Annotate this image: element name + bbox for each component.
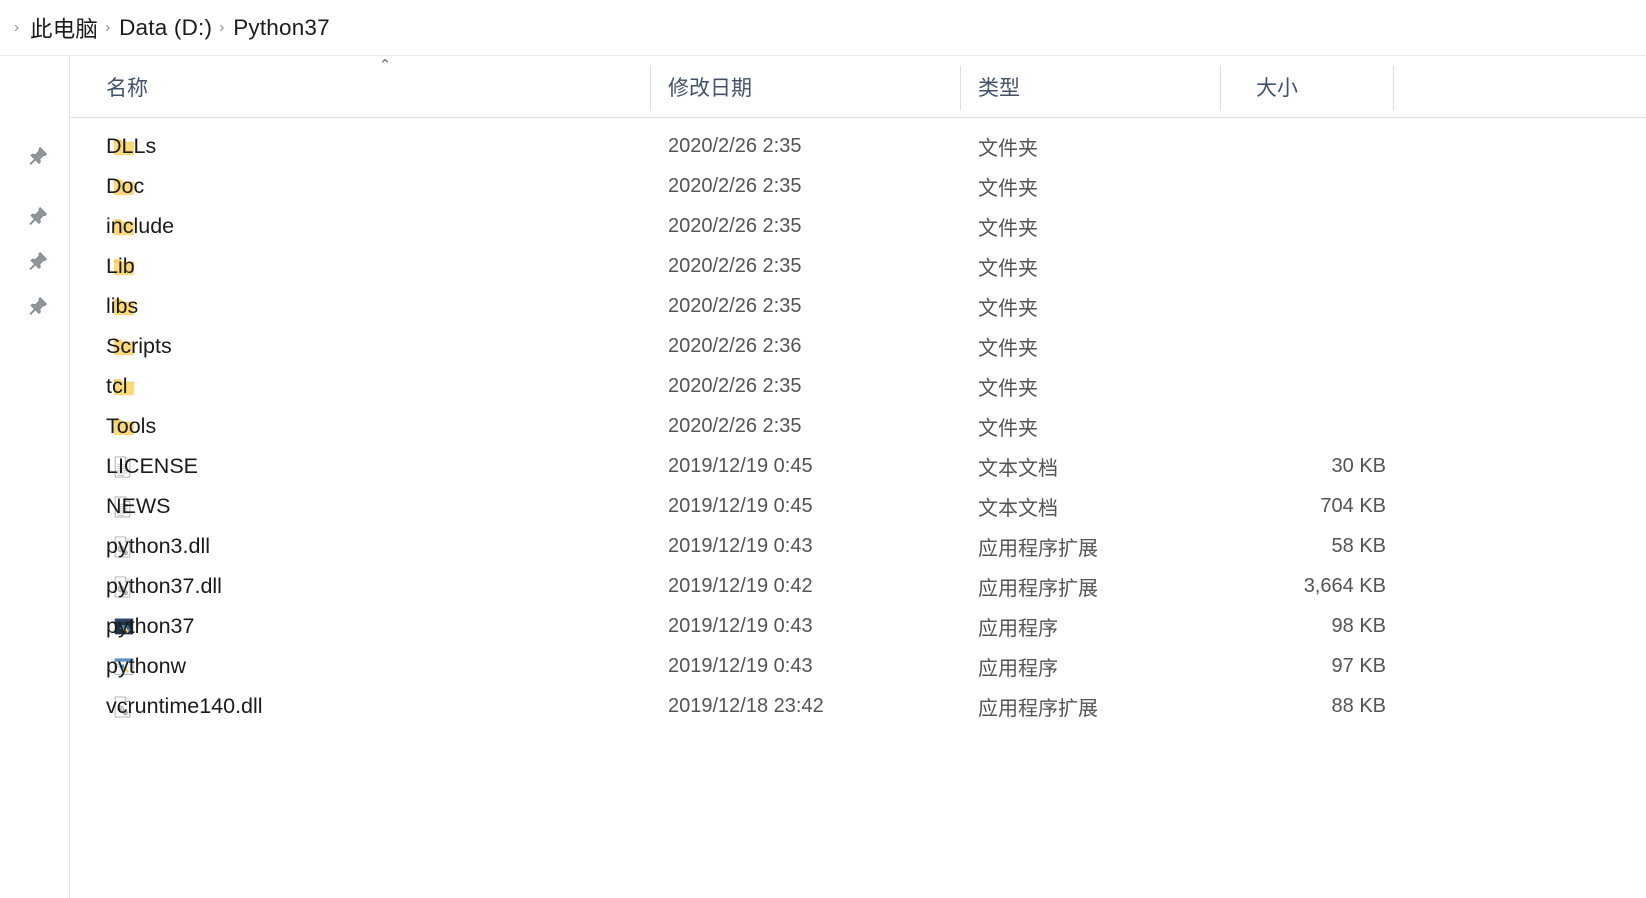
table-row[interactable]: LICENSE 2019/12/19 0:45 文本文档 30 KB [70,446,1646,486]
table-row[interactable]: python37 2019/12/19 0:43 应用程序 98 KB [70,606,1646,646]
breadcrumb-item-data-drive[interactable]: Data (D:) [119,15,212,41]
file-size [1150,406,1386,446]
file-size [1150,366,1386,406]
column-header-type[interactable]: 类型 [978,56,1020,118]
breadcrumb-item-this-pc[interactable]: 此电脑 [30,12,98,44]
file-date-modified: 2019/12/18 23:42 [668,694,824,717]
file-type: 文本文档 [978,497,1058,520]
file-date-modified: 2020/2/26 2:35 [668,414,802,437]
file-size: 704 KB [1320,494,1386,517]
column-divider[interactable] [1220,66,1221,110]
file-name[interactable]: LICENSE [106,446,198,486]
file-type: 文件夹 [978,417,1038,440]
file-type: 文本文档 [978,457,1058,480]
file-name[interactable]: pythonw [106,646,186,686]
file-size [1150,286,1386,326]
column-divider[interactable] [650,66,651,110]
file-name[interactable]: Doc [106,166,144,206]
file-size [1150,206,1386,246]
file-size: 3,664 KB [1303,574,1386,597]
file-name[interactable]: Lib [106,246,135,286]
file-type: 应用程序扩展 [978,577,1098,600]
table-row[interactable]: NEWS 2019/12/19 0:45 文本文档 704 KB [70,486,1646,526]
file-date-modified: 2020/2/26 2:35 [668,294,802,317]
file-name[interactable]: tcl [106,366,128,406]
file-name[interactable]: vcruntime140.dll [106,686,263,726]
file-type: 应用程序扩展 [978,697,1098,720]
file-type: 文件夹 [978,217,1038,240]
column-header-name[interactable]: 名称 [106,56,148,118]
table-row[interactable]: python37.dll 2019/12/19 0:42 应用程序扩展 3,66… [70,566,1646,606]
file-name[interactable]: libs [106,286,138,326]
file-date-modified: 2019/12/19 0:42 [668,574,813,597]
file-name[interactable]: python37 [106,606,194,646]
column-divider[interactable] [960,66,961,110]
file-type: 应用程序扩展 [978,537,1098,560]
file-name[interactable]: include [106,206,174,246]
table-row[interactable]: vcruntime140.dll 2019/12/18 23:42 应用程序扩展… [70,686,1646,726]
file-date-modified: 2019/12/19 0:45 [668,494,813,517]
pushpin-icon[interactable] [27,250,49,272]
file-size: 97 KB [1331,654,1386,677]
file-name[interactable]: Scripts [106,326,172,366]
file-size [1150,126,1386,166]
breadcrumb-chevron-icon[interactable]: › [219,20,224,35]
file-date-modified: 2020/2/26 2:36 [668,334,802,357]
file-name[interactable]: python3.dll [106,526,210,566]
sort-ascending-icon: ⌃ [378,57,392,74]
file-type: 应用程序 [978,657,1058,680]
file-name[interactable]: DLLs [106,126,156,166]
file-type: 文件夹 [978,137,1038,160]
table-row[interactable]: DLLs 2020/2/26 2:35 文件夹 [70,126,1646,166]
file-date-modified: 2020/2/26 2:35 [668,374,802,397]
breadcrumb: › 此电脑 › Data (D:) › Python37 [0,0,1646,56]
file-size: 98 KB [1331,614,1386,637]
table-row[interactable]: Lib 2020/2/26 2:35 文件夹 [70,246,1646,286]
file-size: 30 KB [1331,454,1386,477]
file-type: 文件夹 [978,257,1038,280]
file-date-modified: 2019/12/19 0:43 [668,534,813,557]
file-date-modified: 2020/2/26 2:35 [668,214,802,237]
column-header-row: ⌃ 名称 修改日期 类型 大小 [70,56,1646,118]
pushpin-icon[interactable] [27,205,49,227]
column-header-date-modified[interactable]: 修改日期 [668,56,752,118]
table-row[interactable]: pythonw 2019/12/19 0:43 应用程序 97 KB [70,646,1646,686]
navigation-pane [0,56,70,898]
file-explorer-window: › 此电脑 › Data (D:) › Python37 ⌃ 名称 修改日期 类… [0,0,1646,898]
file-name[interactable]: python37.dll [106,566,222,606]
file-type: 文件夹 [978,177,1038,200]
column-header-size[interactable]: 大小 [1256,56,1298,118]
file-date-modified: 2020/2/26 2:35 [668,174,802,197]
table-row[interactable]: libs 2020/2/26 2:35 文件夹 [70,286,1646,326]
file-date-modified: 2020/2/26 2:35 [668,134,802,157]
column-divider[interactable] [1393,66,1394,110]
file-type: 文件夹 [978,297,1038,320]
table-row[interactable]: Doc 2020/2/26 2:35 文件夹 [70,166,1646,206]
file-size [1150,166,1386,206]
file-date-modified: 2019/12/19 0:45 [668,454,813,477]
file-name[interactable]: Tools [106,406,156,446]
table-row[interactable]: python3.dll 2019/12/19 0:43 应用程序扩展 58 KB [70,526,1646,566]
file-type: 文件夹 [978,377,1038,400]
table-row[interactable]: Scripts 2020/2/26 2:36 文件夹 [70,326,1646,366]
breadcrumb-chevron-icon[interactable]: › [14,20,19,35]
table-row[interactable]: tcl 2020/2/26 2:35 文件夹 [70,366,1646,406]
pushpin-icon[interactable] [27,295,49,317]
table-row[interactable]: Tools 2020/2/26 2:35 文件夹 [70,406,1646,446]
pushpin-icon[interactable] [27,145,49,167]
table-row[interactable]: include 2020/2/26 2:35 文件夹 [70,206,1646,246]
breadcrumb-chevron-icon[interactable]: › [105,20,110,35]
file-size [1150,326,1386,366]
file-name[interactable]: NEWS [106,486,171,526]
breadcrumb-item-python37[interactable]: Python37 [233,15,330,41]
file-type: 文件夹 [978,337,1038,360]
file-size [1150,246,1386,286]
file-date-modified: 2019/12/19 0:43 [668,654,813,677]
file-type: 应用程序 [978,617,1058,640]
file-date-modified: 2019/12/19 0:43 [668,614,813,637]
file-size: 88 KB [1331,694,1386,717]
file-list: DLLs 2020/2/26 2:35 文件夹 Doc 2020/2/26 2:… [70,118,1646,898]
file-date-modified: 2020/2/26 2:35 [668,254,802,277]
file-size: 58 KB [1331,534,1386,557]
